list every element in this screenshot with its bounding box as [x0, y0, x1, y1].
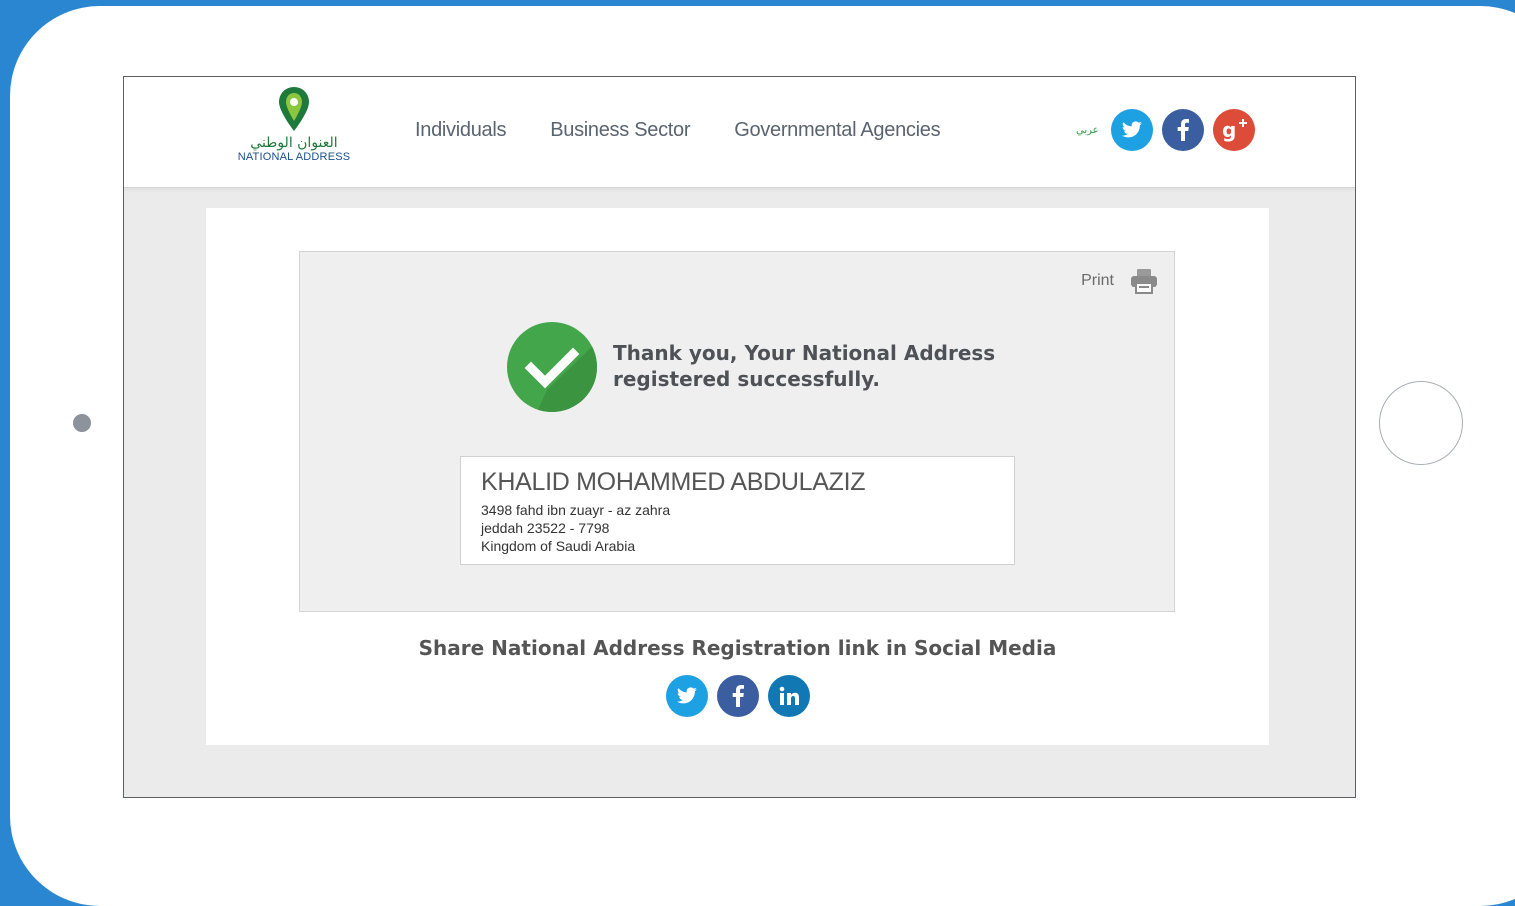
share-twitter-icon[interactable]: [666, 675, 708, 717]
confirmation-card: Print Thank you, Your National Address r…: [299, 251, 1175, 612]
national-address-logo[interactable]: العنوان الوطني NATIONAL ADDRESS: [234, 85, 354, 171]
nav-individuals[interactable]: Individuals: [415, 119, 507, 142]
main-nav: Individuals Business Sector Governmental…: [415, 119, 941, 142]
share-facebook-icon[interactable]: [717, 675, 759, 717]
twitter-icon[interactable]: [1110, 109, 1153, 151]
print-label: Print: [1081, 272, 1114, 289]
share-icons: [666, 675, 810, 717]
address-box: KHALID MOHAMMED ABDULAZIZ 3498 fahd ibn …: [460, 456, 1015, 565]
share-linkedin-icon[interactable]: [768, 675, 810, 717]
logo-arabic-text: العنوان الوطني: [250, 135, 338, 151]
header-actions: عربي g: [1076, 109, 1264, 151]
success-message: Thank you, Your National Address registe…: [613, 340, 1033, 392]
home-button[interactable]: [1379, 381, 1463, 465]
address-street: 3498 fahd ibn zuayr - az zahra: [481, 502, 671, 518]
arabic-language-link[interactable]: عربي: [1076, 125, 1099, 136]
address-country: Kingdom of Saudi Arabia: [481, 538, 636, 554]
screen: العنوان الوطني NATIONAL ADDRESS Individu…: [123, 76, 1356, 798]
site-header: العنوان الوطني NATIONAL ADDRESS Individu…: [124, 77, 1355, 188]
printer-icon: [1131, 269, 1157, 294]
facebook-icon[interactable]: [1161, 109, 1204, 151]
google-plus-icon[interactable]: g: [1212, 109, 1255, 151]
address-city: jeddah 23522 - 7798: [481, 520, 610, 536]
main-content: Print Thank you, Your National Address r…: [206, 208, 1269, 745]
logo-english-text: NATIONAL ADDRESS: [237, 151, 351, 163]
success-message-line1: Thank you, Your National Address: [613, 341, 996, 365]
print-button[interactable]: Print: [1081, 268, 1158, 294]
success-check-icon: [507, 322, 597, 412]
nav-business-sector[interactable]: Business Sector: [550, 119, 690, 142]
nav-governmental-agencies[interactable]: Governmental Agencies: [734, 119, 940, 142]
address-name: KHALID MOHAMMED ABDULAZIZ: [481, 468, 866, 496]
camera-dot: [73, 414, 91, 432]
location-pin-icon: [279, 87, 309, 131]
share-title: Share National Address Registration link…: [418, 636, 1057, 660]
success-message-line2: registered successfully.: [613, 367, 881, 391]
svg-text:g: g: [1222, 118, 1236, 142]
